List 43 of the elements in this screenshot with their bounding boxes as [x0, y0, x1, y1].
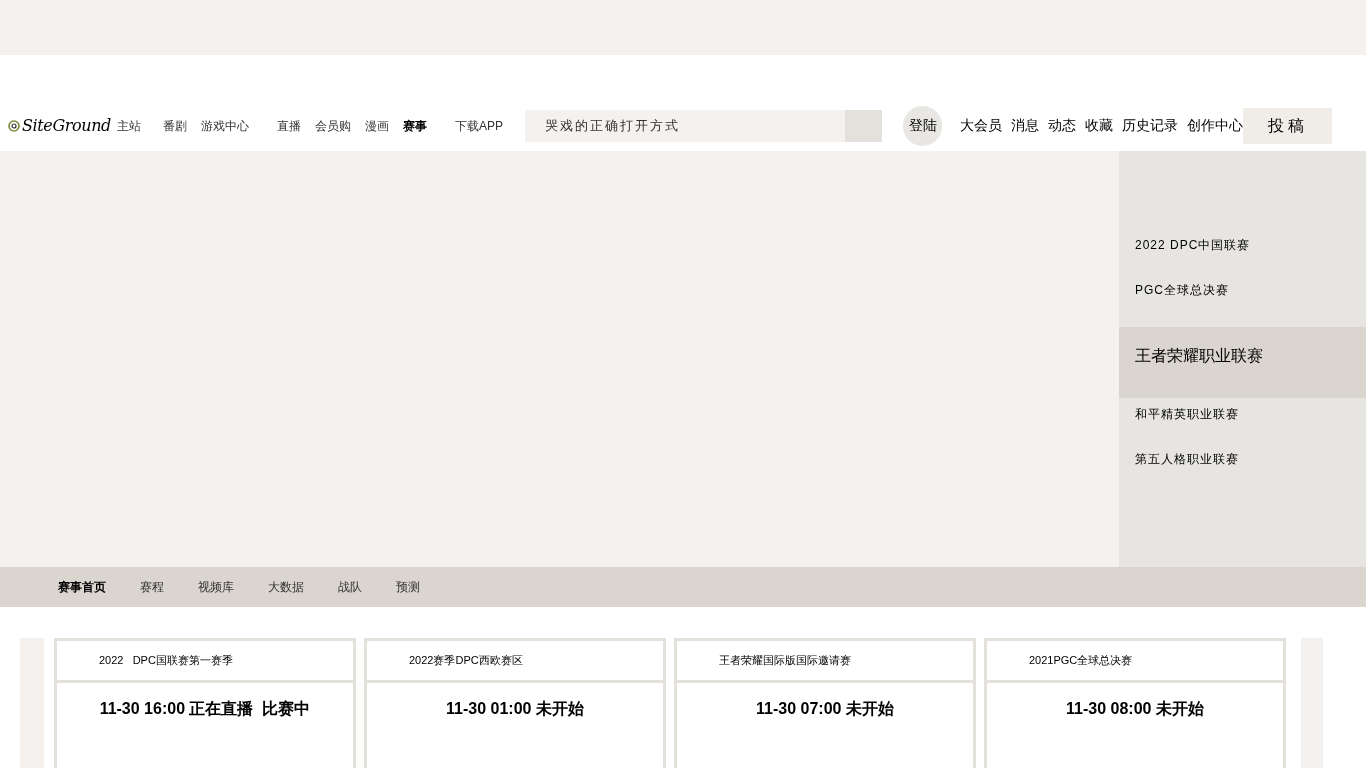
match-card[interactable]: 王者荣耀国际版国际邀请赛 11-30 07:00 未开始 — [674, 638, 976, 768]
nav-link[interactable]: 漫画 — [364, 116, 389, 135]
match-status: 11-30 08:00 未开始 — [1066, 699, 1204, 719]
search-button[interactable] — [844, 109, 883, 142]
nav-link[interactable]: 番剧 — [162, 116, 187, 135]
nav-link[interactable]: 直播 — [276, 116, 301, 135]
match-card[interactable]: 2021PGC全球总决赛 11-30 08:00 未开始 — [984, 638, 1286, 768]
sidebar-item[interactable]: 王者荣耀职业联赛 — [1119, 327, 1366, 398]
match-card[interactable]: 2022 DPC国联赛第一赛季 11-30 16:00 正在直播 比赛中 — [54, 638, 356, 768]
match-status: 11-30 07:00 未开始 — [756, 699, 894, 719]
sub-nav-tab[interactable]: 大数据 — [268, 578, 304, 596]
sub-nav-tab[interactable]: 赛程 — [140, 578, 164, 596]
header-link[interactable]: 创作中心 — [1187, 115, 1244, 136]
sub-nav-tab[interactable]: 战队 — [338, 578, 362, 596]
nav-link[interactable]: 会员购 — [314, 116, 351, 135]
header-link[interactable]: 收藏 — [1085, 115, 1114, 136]
header-link[interactable]: 动态 — [1048, 115, 1077, 136]
match-status: 11-30 01:00 未开始 — [446, 699, 584, 719]
search-field[interactable]: 哭戏的正确打开方式 — [524, 109, 845, 142]
match-title: 2022 DPC国联赛第一赛季 — [99, 653, 233, 669]
sub-nav-tab[interactable]: 预测 — [396, 578, 420, 596]
sidebar-item[interactable]: 2022 DPC中国联赛 — [1119, 233, 1366, 274]
match-title: 王者荣耀国际版国际邀请赛 — [719, 653, 851, 669]
nav-link[interactable]: 下载APP — [454, 116, 503, 135]
header-link[interactable]: 消息 — [1011, 115, 1040, 136]
sidebar-item[interactable]: 第五人格职业联赛 — [1119, 447, 1366, 488]
header-link[interactable]: 大会员 — [960, 115, 1003, 136]
match-card[interactable]: 2022赛季DPC西欧赛区 11-30 01:00 未开始 — [364, 638, 666, 768]
upload-button[interactable]: 投稿 — [1243, 107, 1332, 144]
match-status: 11-30 16:00 正在直播 比赛中 — [99, 699, 311, 719]
sub-nav-tab[interactable]: 赛事首页 — [58, 578, 106, 596]
logo-text[interactable]: SiteGround — [22, 113, 111, 138]
nav-link[interactable]: 主站 — [116, 116, 141, 135]
match-title: 2022赛季DPC西欧赛区 — [409, 653, 523, 669]
nav-link[interactable]: 赛事 — [402, 116, 427, 135]
logo-icon — [8, 117, 20, 134]
sub-nav-tab[interactable]: 视频库 — [198, 578, 234, 596]
match-title: 2021PGC全球总决赛 — [1029, 653, 1133, 669]
header-link[interactable]: 历史记录 — [1122, 115, 1179, 136]
sidebar-item[interactable]: PGC全球总决赛 — [1119, 278, 1366, 319]
login-button[interactable]: 登陆 — [903, 105, 943, 146]
sidebar-item[interactable]: 和平精英职业联赛 — [1119, 402, 1366, 443]
nav-link[interactable]: 游戏中心 — [200, 116, 249, 135]
